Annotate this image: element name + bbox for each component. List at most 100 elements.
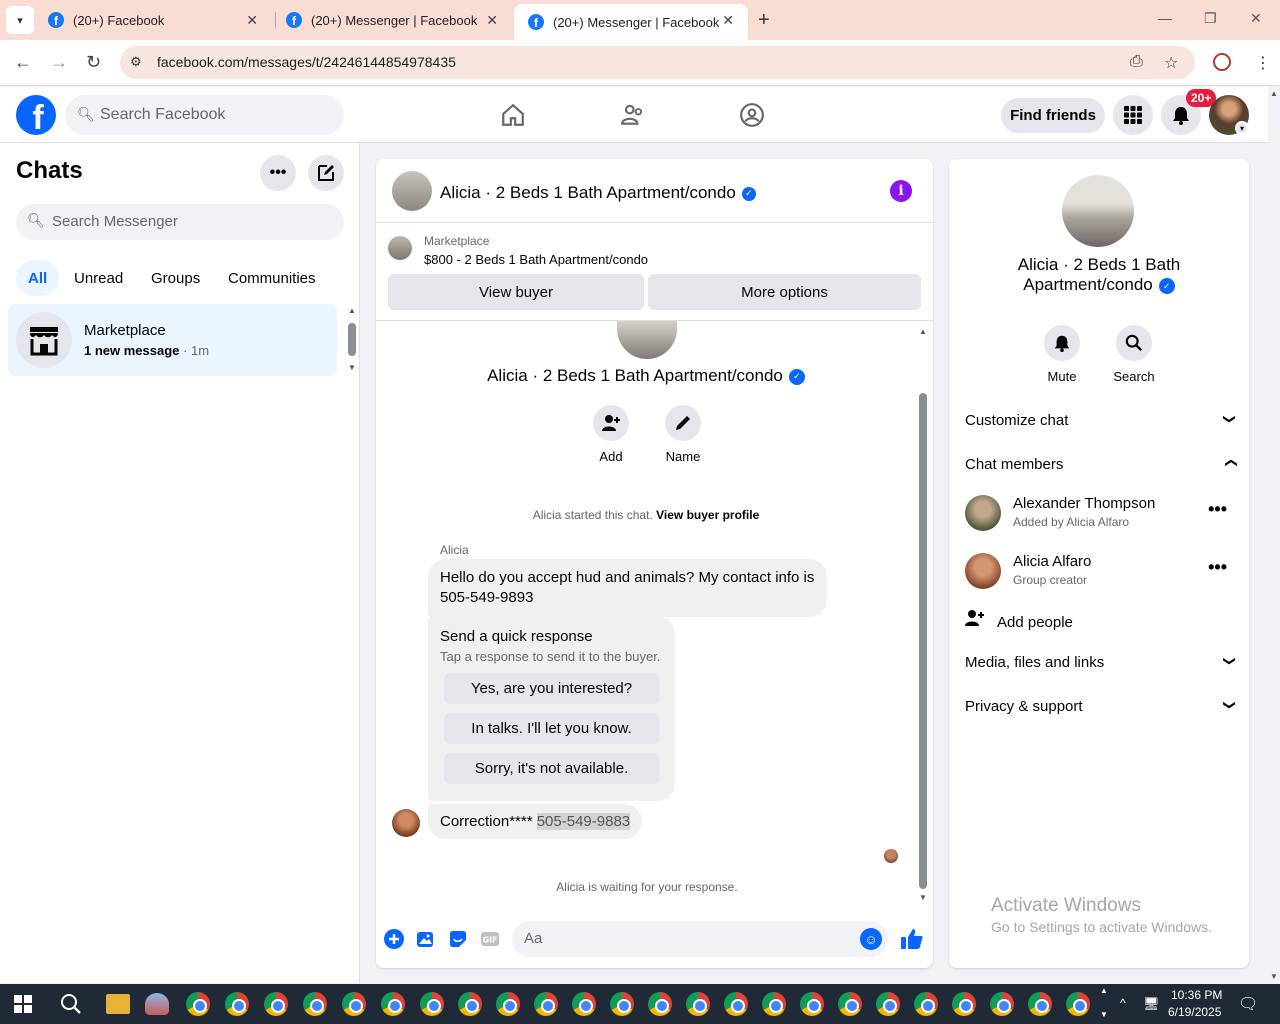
conversation-title[interactable]: Alicia · 2 Beds 1 Bath Apartment/condo ✓ <box>440 183 756 203</box>
chrome-taskbar-icon[interactable] <box>1028 992 1052 1016</box>
customize-chat-row[interactable]: Customize chat ❯ <box>965 412 1237 429</box>
conversation-avatar[interactable] <box>392 171 432 211</box>
search-in-chat-action[interactable]: Search <box>1104 325 1164 384</box>
chrome-taskbar-icon[interactable] <box>342 992 366 1016</box>
chrome-taskbar-icon[interactable] <box>610 992 634 1016</box>
chrome-menu-icon[interactable]: ⋮ <box>1255 53 1271 73</box>
chrome-taskbar-icon[interactable] <box>458 992 482 1016</box>
facebook-logo-icon[interactable]: f <box>16 95 56 135</box>
chrome-taskbar-icon[interactable] <box>264 992 288 1016</box>
member-options-more-icon[interactable]: ••• <box>1208 499 1227 520</box>
windows-start-icon[interactable] <box>14 995 32 1013</box>
emoji-icon[interactable]: ☺ <box>860 928 882 950</box>
chrome-taskbar-icon[interactable] <box>420 992 444 1016</box>
chrome-taskbar-icon[interactable] <box>724 992 748 1016</box>
like-thumbs-up-icon[interactable] <box>899 926 925 952</box>
reload-icon[interactable]: ↻ <box>86 52 101 73</box>
thread-scrollbar[interactable]: ▲ ▼ <box>917 327 929 902</box>
taskbar-scroll-up-icon[interactable]: ▲ <box>1100 986 1108 995</box>
chrome-taskbar-icon[interactable] <box>381 992 405 1016</box>
new-tab-icon[interactable]: + <box>758 9 770 32</box>
chrome-taskbar-icon[interactable] <box>1066 992 1090 1016</box>
sender-avatar[interactable] <box>392 809 420 837</box>
message-input[interactable]: Aa ☺ <box>512 921 888 957</box>
friends-icon[interactable] <box>619 101 647 129</box>
chat-list-item-marketplace[interactable]: Marketplace 1 new message · 1m <box>8 304 337 376</box>
member-options-more-icon[interactable]: ••• <box>1208 557 1227 578</box>
chat-members-row[interactable]: Chat members ❯ <box>965 456 1237 473</box>
message-bubble[interactable]: Correction**** 505-549-9883 <box>428 804 643 839</box>
filter-communities[interactable]: Communities <box>216 260 328 296</box>
browser-tab-1[interactable]: f (20+) Facebook ✕ <box>34 0 272 40</box>
chrome-taskbar-icon[interactable] <box>914 992 938 1016</box>
member-row[interactable]: Alexander Thompson Added by Alicia Alfar… <box>965 493 1235 537</box>
account-chevron-down-icon[interactable]: ▾ <box>1235 121 1249 135</box>
chrome-taskbar-icon[interactable] <box>990 992 1014 1016</box>
window-close-icon[interactable]: ✕ <box>1250 10 1262 27</box>
scroll-up-arrow-icon[interactable]: ▲ <box>1270 89 1278 98</box>
chrome-taskbar-icon[interactable] <box>496 992 520 1016</box>
taskbar-date[interactable]: 6/19/2025 <box>1168 1005 1221 1019</box>
chat-options-more-icon[interactable]: ••• <box>260 155 296 191</box>
notification-center-icon[interactable]: 🗨︎ <box>1238 994 1258 1014</box>
message-bubble[interactable]: Hello do you accept hud and animals? My … <box>428 559 827 617</box>
groups-icon[interactable] <box>738 101 766 129</box>
scrollbar-thumb[interactable] <box>348 323 356 356</box>
member-avatar[interactable] <box>965 495 1001 531</box>
add-people-button[interactable]: Add people <box>965 609 1073 631</box>
chrome-taskbar-icon[interactable] <box>534 992 558 1016</box>
chrome-taskbar-icon[interactable] <box>303 992 327 1016</box>
omnibox[interactable]: ⚙ facebook.com/messages/t/24246144854978… <box>120 46 1195 79</box>
more-actions-plus-icon[interactable] <box>383 928 405 950</box>
scroll-up-arrow-icon[interactable]: ▲ <box>919 327 927 336</box>
taskbar-clock[interactable]: 10:36 PM <box>1171 988 1222 1002</box>
quick-reply-in-talks-button[interactable]: In talks. I'll let you know. <box>444 713 659 744</box>
more-options-button[interactable]: More options <box>648 274 921 310</box>
chrome-taskbar-icon[interactable] <box>225 992 249 1016</box>
tab-search-button[interactable]: ▾ <box>6 6 34 34</box>
chrome-taskbar-icon[interactable] <box>876 992 900 1016</box>
back-icon[interactable]: ← <box>14 52 32 73</box>
quick-reply-interested-button[interactable]: Yes, are you interested? <box>444 673 659 704</box>
scroll-down-arrow-icon[interactable]: ▼ <box>1270 972 1278 981</box>
close-tab-icon[interactable]: ✕ <box>246 12 258 29</box>
menu-grid-icon[interactable] <box>1113 95 1153 135</box>
gif-icon[interactable]: GIF <box>479 928 501 950</box>
attach-photo-icon[interactable] <box>415 928 437 950</box>
network-icon[interactable]: 🖥︎ <box>1143 996 1160 1012</box>
filter-all[interactable]: All <box>16 260 60 296</box>
browser-tab-2[interactable]: f (20+) Messenger | Facebook ✕ <box>272 0 512 40</box>
selected-phone-text[interactable]: 505-549-9883 <box>536 813 631 830</box>
filter-unread[interactable]: Unread <box>62 260 135 296</box>
conversation-info-icon[interactable]: i <box>890 180 912 202</box>
close-tab-icon[interactable]: ✕ <box>486 12 498 29</box>
chrome-taskbar-icon[interactable] <box>648 992 672 1016</box>
chrome-taskbar-icon[interactable] <box>800 992 824 1016</box>
name-chat-action[interactable]: Name <box>653 405 713 464</box>
show-hidden-icons-icon[interactable]: ^ <box>1120 996 1126 1010</box>
chat-list-scrollbar[interactable]: ▲ ▼ <box>347 306 357 372</box>
scroll-down-arrow-icon[interactable]: ▼ <box>919 893 927 902</box>
new-message-compose-icon[interactable] <box>308 155 344 191</box>
sticker-icon[interactable] <box>447 928 469 950</box>
scrollbar-thumb[interactable] <box>919 393 927 889</box>
chrome-taskbar-icon[interactable] <box>952 992 976 1016</box>
details-avatar[interactable] <box>1062 175 1134 247</box>
file-explorer-icon[interactable] <box>106 994 130 1014</box>
messenger-search[interactable]: 🔍︎ Search Messenger <box>16 204 344 240</box>
minimize-icon[interactable]: — <box>1158 10 1172 26</box>
home-icon[interactable] <box>499 101 527 129</box>
taskbar-search-icon[interactable] <box>60 993 82 1020</box>
site-settings-icon[interactable]: ⚙ <box>130 54 142 70</box>
chrome-profile-icon[interactable] <box>1213 53 1231 71</box>
chrome-taskbar-icon[interactable] <box>838 992 862 1016</box>
scroll-down-arrow-icon[interactable]: ▼ <box>348 363 356 372</box>
member-row[interactable]: Alicia Alfaro Group creator ••• <box>965 551 1235 595</box>
taskbar-scroll-down-icon[interactable]: ▼ <box>1100 1010 1108 1019</box>
close-tab-icon[interactable]: ✕ <box>722 12 734 29</box>
mute-action[interactable]: Mute <box>1032 325 1092 384</box>
filter-groups[interactable]: Groups <box>139 260 212 296</box>
quick-reply-not-available-button[interactable]: Sorry, it's not available. <box>444 753 659 784</box>
chrome-taskbar-icon[interactable] <box>686 992 710 1016</box>
forward-icon[interactable]: → <box>50 52 68 73</box>
